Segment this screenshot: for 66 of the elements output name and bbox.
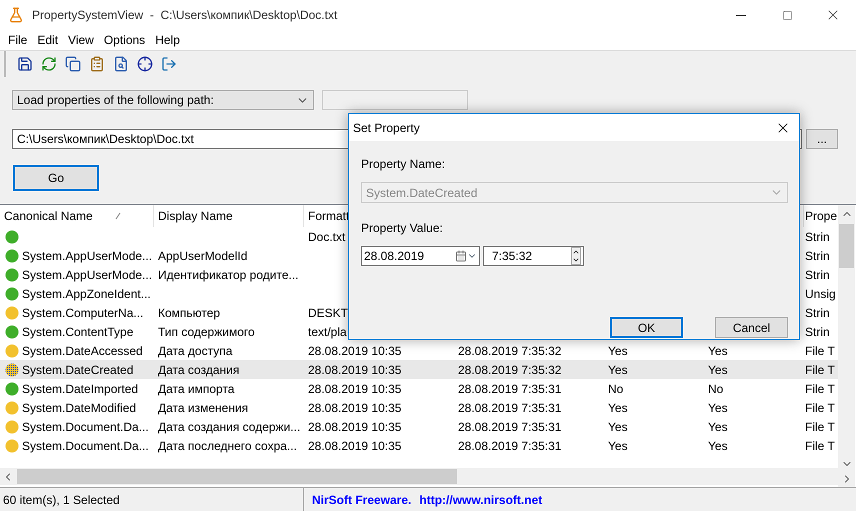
- table-cell: No: [708, 382, 724, 396]
- table-cell: 28.08.2019 7:35:31: [458, 438, 562, 452]
- table-cell: Strin: [805, 268, 830, 282]
- table-cell: File T: [805, 344, 835, 358]
- table-cell: System.DateAccessed: [22, 344, 143, 358]
- table-cell: System.AppZoneIdent...: [22, 286, 151, 300]
- table-cell: Strin: [805, 230, 830, 244]
- table-cell: System.ContentType: [22, 324, 134, 338]
- table-cell: System.DateImported: [22, 382, 138, 396]
- table-cell: File T: [805, 420, 835, 434]
- table-cell: Дата создания содержи...: [158, 420, 300, 434]
- table-cell: 28.08.2019 10:35: [308, 344, 402, 358]
- table-cell: Yes: [608, 438, 628, 452]
- table-cell: 28.08.2019 7:35:32: [458, 344, 562, 358]
- table-cell: Дата создания: [158, 362, 240, 376]
- table-cell: Дата импорта: [158, 382, 234, 396]
- table-cell: Yes: [608, 344, 628, 358]
- table-cell: 28.08.2019 10:35: [308, 438, 402, 452]
- table-cell: Yes: [708, 438, 728, 452]
- table-cell: Strin: [805, 248, 830, 262]
- table-cell: 28.08.2019 7:35:31: [458, 382, 562, 396]
- table-cell: 28.08.2019 7:35:31: [458, 400, 562, 414]
- table-cell: Yes: [608, 400, 628, 414]
- table-cell: DESKT: [308, 306, 348, 320]
- table-cell: text/pla: [308, 324, 347, 338]
- table-cell: System.Document.Da...: [22, 438, 149, 452]
- table-cell: 28.08.2019 10:35: [308, 400, 402, 414]
- table-cell: 28.08.2019 10:35: [308, 420, 402, 434]
- table-cell: Strin: [805, 324, 830, 338]
- table-cell: Doc.txt: [308, 230, 346, 244]
- field-label: Property Name:: [361, 157, 446, 171]
- table-cell: File T: [805, 400, 835, 414]
- table-cell: Strin: [805, 306, 830, 320]
- item-count: 60 item(s), 1 Selected: [3, 492, 120, 506]
- table-cell: 28.08.2019 7:35:32: [458, 362, 562, 376]
- credit-text: NirSoft Freeware.: [312, 492, 412, 506]
- window-title: PropertySystemView - C:\Users\компик\Desktop\Doc.txt: [32, 8, 338, 22]
- table-cell: Дата изменения: [158, 400, 248, 414]
- table-cell: AppUserModelId: [158, 248, 248, 262]
- table-cell: File T: [805, 382, 835, 396]
- table-cell: Тип содержимого: [158, 324, 255, 338]
- table-cell: Yes: [708, 344, 728, 358]
- table-cell: Yes: [708, 362, 728, 376]
- table-cell: Дата доступа: [158, 344, 232, 358]
- table-cell: System.DateModified: [22, 400, 136, 414]
- table-cell: Компьютер: [158, 306, 220, 320]
- table-cell: Yes: [708, 420, 728, 434]
- table-cell: No: [608, 382, 624, 396]
- table-cell: Unsig: [805, 286, 836, 300]
- table-cell: System.DateCreated: [22, 362, 134, 376]
- table-cell: Yes: [608, 362, 628, 376]
- table-cell: Yes: [708, 400, 728, 414]
- table-cell: Дата последнего сохра...: [158, 438, 297, 452]
- table-cell: 28.08.2019 7:35:31: [458, 420, 562, 434]
- table-cell: Идентификатор родите...: [158, 268, 298, 282]
- dialog-title: Set Property: [353, 120, 420, 134]
- table-cell: System.AppUserMode...: [22, 268, 152, 282]
- table-cell: Yes: [608, 420, 628, 434]
- table-cell: System.Document.Da...: [22, 420, 149, 434]
- field-label: Property Value:: [361, 221, 444, 235]
- table-cell: File T: [805, 438, 835, 452]
- table-cell: System.AppUserMode...: [22, 248, 152, 262]
- table-cell: 28.08.2019 10:35: [308, 362, 402, 376]
- table-cell: 28.08.2019 10:35: [308, 382, 402, 396]
- table-cell: File T: [805, 362, 835, 376]
- table-cell: System.ComputerNa...: [22, 306, 144, 320]
